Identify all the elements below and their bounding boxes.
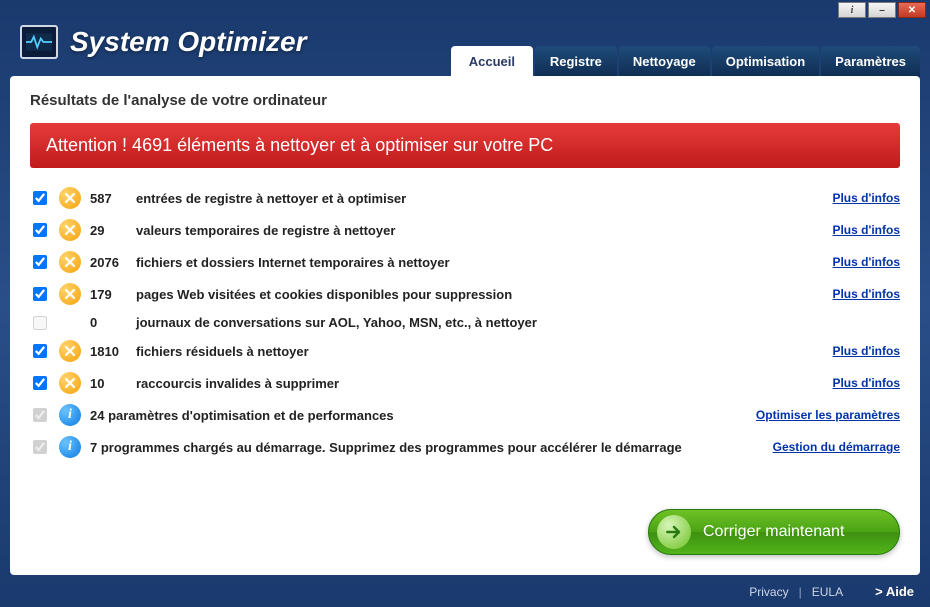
row-more-link[interactable]: Plus d'infos: [832, 255, 900, 269]
result-row: 179pages Web visitées et cookies disponi…: [30, 278, 900, 310]
app-logo-icon: [20, 25, 58, 59]
help-link[interactable]: > Aide: [875, 584, 914, 599]
row-count: 29: [90, 223, 136, 238]
row-checkbox: [33, 408, 47, 422]
footer: Privacy | EULA > Aide: [749, 584, 914, 599]
main-panel: Résultats de l'analyse de votre ordinate…: [10, 76, 920, 575]
eula-link[interactable]: EULA: [812, 585, 843, 599]
row-more-link[interactable]: Plus d'infos: [832, 191, 900, 205]
warning-icon: [59, 340, 81, 362]
result-row: 587entrées de registre à nettoyer et à o…: [30, 182, 900, 214]
tab-paramètres[interactable]: Paramètres: [821, 46, 920, 77]
fix-now-label: Corriger maintenant: [703, 523, 844, 541]
fix-now-button[interactable]: Corriger maintenant: [648, 509, 900, 555]
row-checkbox[interactable]: [33, 223, 47, 237]
row-label: raccourcis invalides à supprimer: [136, 376, 832, 391]
row-checkbox[interactable]: [33, 255, 47, 269]
row-count: 0: [90, 315, 136, 330]
window-controls: i – ✕: [838, 2, 926, 18]
footer-separator: |: [799, 585, 802, 599]
tab-accueil[interactable]: Accueil: [451, 46, 533, 77]
tabs-bar: AccueilRegistreNettoyageOptimisationPara…: [451, 46, 920, 77]
result-row: i 7 programmes chargés au démarrage. Supp…: [30, 431, 900, 463]
info-icon: i: [59, 404, 81, 426]
results-list: 587entrées de registre à nettoyer et à o…: [30, 182, 900, 463]
row-more-link[interactable]: Plus d'infos: [832, 223, 900, 237]
row-more-link[interactable]: Gestion du démarrage: [773, 440, 900, 454]
row-more-link[interactable]: Optimiser les paramètres: [756, 408, 900, 422]
row-more-link[interactable]: Plus d'infos: [832, 344, 900, 358]
row-checkbox[interactable]: [33, 376, 47, 390]
info-icon: i: [851, 5, 854, 16]
row-checkbox[interactable]: [33, 191, 47, 205]
row-count: 179: [90, 287, 136, 302]
tab-nettoyage[interactable]: Nettoyage: [619, 46, 710, 77]
row-checkbox[interactable]: [33, 287, 47, 301]
result-row: 1810fichiers résiduels à nettoyerPlus d'…: [30, 335, 900, 367]
row-checkbox: [33, 440, 47, 454]
close-icon: ✕: [908, 5, 916, 16]
warning-icon: [59, 283, 81, 305]
warning-icon: [59, 372, 81, 394]
row-label: fichiers et dossiers Internet temporaire…: [136, 255, 832, 270]
warning-icon: [59, 187, 81, 209]
minimize-icon: –: [879, 5, 885, 16]
alert-banner: Attention ! 4691 éléments à nettoyer et …: [30, 123, 900, 168]
row-checkbox: [33, 316, 47, 330]
scan-results-heading: Résultats de l'analyse de votre ordinate…: [30, 92, 900, 109]
row-label: valeurs temporaires de registre à nettoy…: [136, 223, 832, 238]
row-label: entrées de registre à nettoyer et à opti…: [136, 191, 832, 206]
row-label: 7 programmes chargés au démarrage. Suppr…: [90, 440, 773, 455]
result-row: 2076fichiers et dossiers Internet tempor…: [30, 246, 900, 278]
row-count: 587: [90, 191, 136, 206]
result-row: 0journaux de conversations sur AOL, Yaho…: [30, 310, 900, 335]
close-button[interactable]: ✕: [898, 2, 926, 18]
row-count: 10: [90, 376, 136, 391]
result-row: 29valeurs temporaires de registre à nett…: [30, 214, 900, 246]
row-count: 2076: [90, 255, 136, 270]
row-more-link[interactable]: Plus d'infos: [832, 287, 900, 301]
app-title: System Optimizer: [70, 26, 307, 58]
row-checkbox[interactable]: [33, 344, 47, 358]
warning-icon: [59, 219, 81, 241]
row-label: fichiers résiduels à nettoyer: [136, 344, 832, 359]
arrow-right-icon: [657, 515, 691, 549]
row-count: 1810: [90, 344, 136, 359]
result-row: 10raccourcis invalides à supprimerPlus d…: [30, 367, 900, 399]
row-label: journaux de conversations sur AOL, Yahoo…: [136, 315, 900, 330]
minimize-button[interactable]: –: [868, 2, 896, 18]
warning-icon: [59, 251, 81, 273]
tab-optimisation[interactable]: Optimisation: [712, 46, 819, 77]
info-button[interactable]: i: [838, 2, 866, 18]
info-icon: i: [59, 436, 81, 458]
row-label: pages Web visitées et cookies disponible…: [136, 287, 832, 302]
result-row: i 24 paramètres d'optimisation et de perf…: [30, 399, 900, 431]
row-label: 24 paramètres d'optimisation et de perfo…: [90, 408, 756, 423]
privacy-link[interactable]: Privacy: [749, 585, 788, 599]
tab-registre[interactable]: Registre: [535, 46, 617, 77]
row-more-link[interactable]: Plus d'infos: [832, 376, 900, 390]
